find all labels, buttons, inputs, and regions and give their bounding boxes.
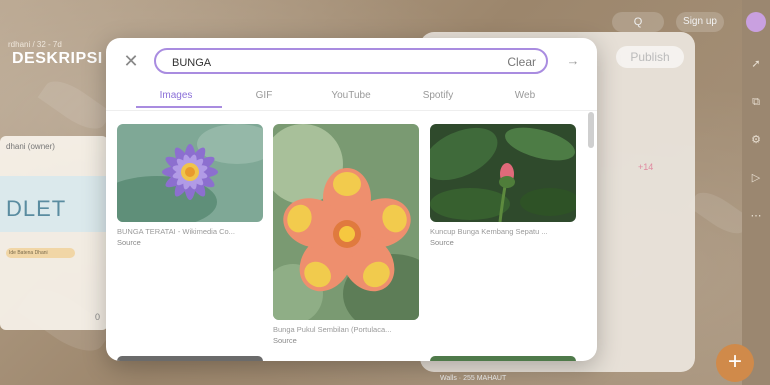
active-tab-indicator: [136, 106, 222, 108]
result-thumbnail[interactable]: [117, 124, 263, 222]
sign-up-button[interactable]: Sign up: [676, 12, 724, 32]
result-source-link[interactable]: Source: [273, 336, 419, 345]
result-caption: Kuncup Bunga Kembang Sepatu ...: [430, 227, 548, 236]
result-thumbnail[interactable]: [430, 124, 576, 222]
result-thumbnail[interactable]: [273, 124, 419, 320]
result-source-link[interactable]: Source: [430, 238, 576, 247]
settings-icon[interactable]: ⚙: [748, 132, 764, 148]
portulaca-flower-image: [273, 124, 419, 320]
breadcrumb[interactable]: rdhani / 32 - 7d: [8, 40, 62, 49]
right-toolbar: ➚ ⧉ ⚙ ▷ ⋯: [742, 0, 770, 385]
result-caption: BUNGA TERATAI - Wikimedia Co...: [117, 227, 235, 236]
results-grid: BUNGA TERATAI - Wikimedia Co... Source B…: [106, 112, 586, 361]
search-field[interactable]: Clear: [154, 48, 548, 74]
share-icon[interactable]: ➚: [748, 56, 764, 72]
publish-button[interactable]: Publish: [616, 46, 684, 68]
add-post-button[interactable]: +: [716, 344, 754, 382]
arrow-right-icon[interactable]: →: [564, 52, 582, 70]
tab-gif[interactable]: GIF: [224, 90, 304, 101]
clear-button[interactable]: Clear: [507, 53, 536, 71]
result-thumbnail[interactable]: [430, 356, 576, 361]
slideshow-icon[interactable]: ▷: [748, 170, 764, 186]
result-thumbnail[interactable]: [117, 356, 263, 361]
board-footer-text: Walls · 255 MAHAUT: [440, 375, 507, 382]
divider: [106, 110, 597, 111]
image-result[interactable]: Kuncup Bunga Kembang Sepatu ... Source: [430, 124, 576, 247]
tab-web[interactable]: Web: [485, 90, 565, 101]
result-caption: Bunga Pukul Sembilan (Portulaca...: [273, 325, 392, 334]
image-result[interactable]: BUNGA TERATAI - Wikimedia Co... Source: [117, 124, 263, 247]
post-logo-text: DLET: [6, 196, 67, 221]
board-title: DESKRIPSI: [12, 50, 103, 67]
media-search-modal: ✕ Clear → Images GIF YouTube Spotify Web: [106, 38, 597, 361]
tab-spotify[interactable]: Spotify: [398, 90, 478, 101]
result-source-link[interactable]: Source: [117, 238, 263, 247]
post-chip: Ide Batena Dhani: [6, 248, 75, 258]
comment-count[interactable]: 0: [95, 312, 100, 322]
lotus-flower-image: [117, 124, 263, 222]
scrollbar[interactable]: [588, 112, 594, 361]
profile-avatar[interactable]: [746, 12, 766, 32]
scrollbar-thumb[interactable]: [588, 112, 594, 148]
search-icon[interactable]: Q: [612, 12, 664, 32]
tab-youtube[interactable]: YouTube: [311, 90, 391, 101]
remix-icon[interactable]: ⧉: [748, 94, 764, 110]
image-result[interactable]: Bunga Pukul Sembilan (Portulaca... Sourc…: [273, 124, 419, 345]
post-card[interactable]: dhani (owner) DLET Ide Batena Dhani 0: [0, 136, 108, 330]
search-input[interactable]: [170, 53, 474, 73]
extra-count-badge: +14: [638, 162, 654, 172]
more-icon[interactable]: ⋯: [748, 208, 764, 224]
close-icon[interactable]: ✕: [122, 52, 140, 70]
hibiscus-bud-image: [430, 124, 576, 222]
tab-images[interactable]: Images: [136, 90, 216, 101]
post-owner: dhani (owner): [6, 142, 55, 151]
